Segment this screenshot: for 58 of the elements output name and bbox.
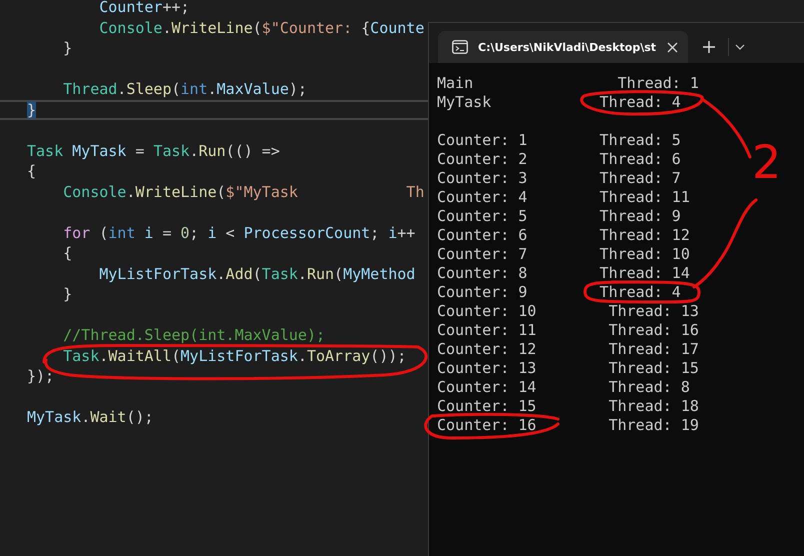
console-output-text: Counter: 9 (437, 282, 528, 300)
code-line: { (27, 163, 36, 180)
annotation-label: 2 (752, 138, 782, 186)
console-output-text: Counter: 14 (437, 378, 536, 396)
console-output-text: Counter: 5 (437, 206, 528, 224)
console-output-text: Main (437, 74, 474, 92)
plus-icon[interactable] (702, 40, 716, 54)
console-output-text: Thread: 18 (608, 398, 699, 414)
code-line: Thread.Sleep(int.MaxValue); (63, 81, 307, 98)
console-output-text: Thread: 10 (600, 246, 690, 262)
code-line: { (63, 245, 72, 262)
console-output-text: Thread: 14 (600, 264, 690, 280)
console-output-text: MyTask (437, 92, 492, 110)
console-output-text: Thread: 4 (600, 94, 681, 110)
console-output-text: Thread: 13 (608, 302, 699, 318)
chevron-down-icon[interactable] (735, 44, 745, 50)
console-output-text: Counter: 16 (437, 416, 536, 434)
console-output-text: Thread: 16 (608, 322, 699, 338)
console-output-text: Counter: 11 (437, 320, 536, 338)
console-output-text: Counter: 3 (437, 168, 528, 186)
console-output-text: Thread: 4 (600, 284, 681, 300)
code-line: MyTask.Wait(); (27, 409, 154, 426)
console-output-text: Counter: 10 (437, 302, 536, 320)
console-output-text: Thread: 12 (600, 226, 690, 242)
close-icon[interactable] (667, 42, 678, 52)
code-line: Console.WriteLine($"Counter: {Counte (99, 20, 424, 36)
console-output-text: Thread: 19 (608, 416, 699, 432)
console-output-text: Thread: 17 (608, 340, 699, 356)
code-line: //Thread.Sleep(int.MaxValue); (63, 327, 326, 344)
console-output-text: Thread: 8 (608, 378, 690, 394)
code-line: Task MyTask = Task.Run(() => (27, 142, 280, 159)
console-output-text: Thread: 7 (600, 170, 681, 186)
code-line: Task.WaitAll(MyListForTask.ToArray()); (63, 348, 406, 364)
code-line: Counter++; (99, 0, 190, 16)
code-line: }); (27, 368, 54, 384)
console-output-text: Counter: 6 (437, 226, 528, 244)
code-line: for (int i = 0; i < ProcessorCount; i++ (63, 224, 416, 241)
console-output-text: Thread: 6 (600, 150, 681, 166)
console-output-text: Counter: 13 (437, 358, 536, 376)
console-output-text: Counter: 12 (437, 340, 536, 358)
console-output-text: Counter: 8 (437, 264, 528, 282)
code-line: } (63, 40, 72, 56)
console-output-text: Thread: 5 (600, 132, 681, 148)
terminal-icon (452, 40, 468, 54)
console-output-text: Counter: 7 (437, 244, 528, 262)
code-line: } (63, 286, 72, 302)
console-output-text: Counter: 1 (437, 130, 528, 148)
console-output-text: Thread: 9 (600, 208, 681, 224)
terminal-tab[interactable]: C:\Users\NikVladi\Desktop\st (438, 31, 688, 63)
console-output-text: Counter: 2 (437, 150, 528, 168)
console-output-text: Thread: 1 (618, 74, 699, 90)
code-line: MyListForTask.Add(Task.Run(MyMethod (99, 266, 416, 282)
console-output-text: Thread: 15 (608, 360, 699, 376)
code-line: Console.WriteLine($"MyTask Th (63, 184, 424, 200)
annotation-line (700, 98, 752, 158)
console-output-text: Counter: 4 (437, 188, 528, 206)
console-output-text: Counter: 15 (437, 396, 536, 414)
console-output-text: Thread: 11 (600, 188, 690, 204)
